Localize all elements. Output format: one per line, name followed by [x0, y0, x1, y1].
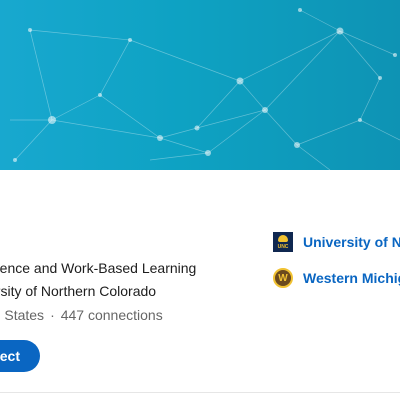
unc-logo-text: UNC [277, 244, 289, 250]
profile-meta: United States · 447 connections [0, 307, 163, 323]
wmu-logo-icon: W [273, 268, 293, 288]
profile-headline: Experience and Work-Based Learning [0, 260, 197, 276]
education-name-wmu[interactable]: Western Michigan University [303, 270, 400, 286]
meta-separator: · [50, 307, 55, 323]
profile-location: United States [0, 307, 45, 323]
card-divider [0, 392, 400, 393]
profile-connections[interactable]: 447 connections [61, 307, 163, 323]
profile-card: Experience and Work-Based Learning Unive… [0, 0, 400, 400]
profile-banner [0, 0, 400, 170]
unc-bear-shape [278, 235, 288, 242]
education-name-unc[interactable]: University of Northern Colorado [303, 234, 400, 250]
unc-logo-icon: UNC [273, 232, 293, 252]
education-item-unc[interactable]: UNC University of Northern Colorado [273, 232, 400, 252]
profile-current-school: University of Northern Colorado [0, 283, 157, 299]
connect-button[interactable]: Connect [0, 340, 40, 372]
network-pattern-graphic [10, 8, 400, 170]
education-item-wmu[interactable]: W Western Michigan University [273, 268, 400, 288]
wmu-logo-text: W [278, 272, 288, 284]
profile-info: Experience and Work-Based Learning Unive… [0, 170, 400, 400]
